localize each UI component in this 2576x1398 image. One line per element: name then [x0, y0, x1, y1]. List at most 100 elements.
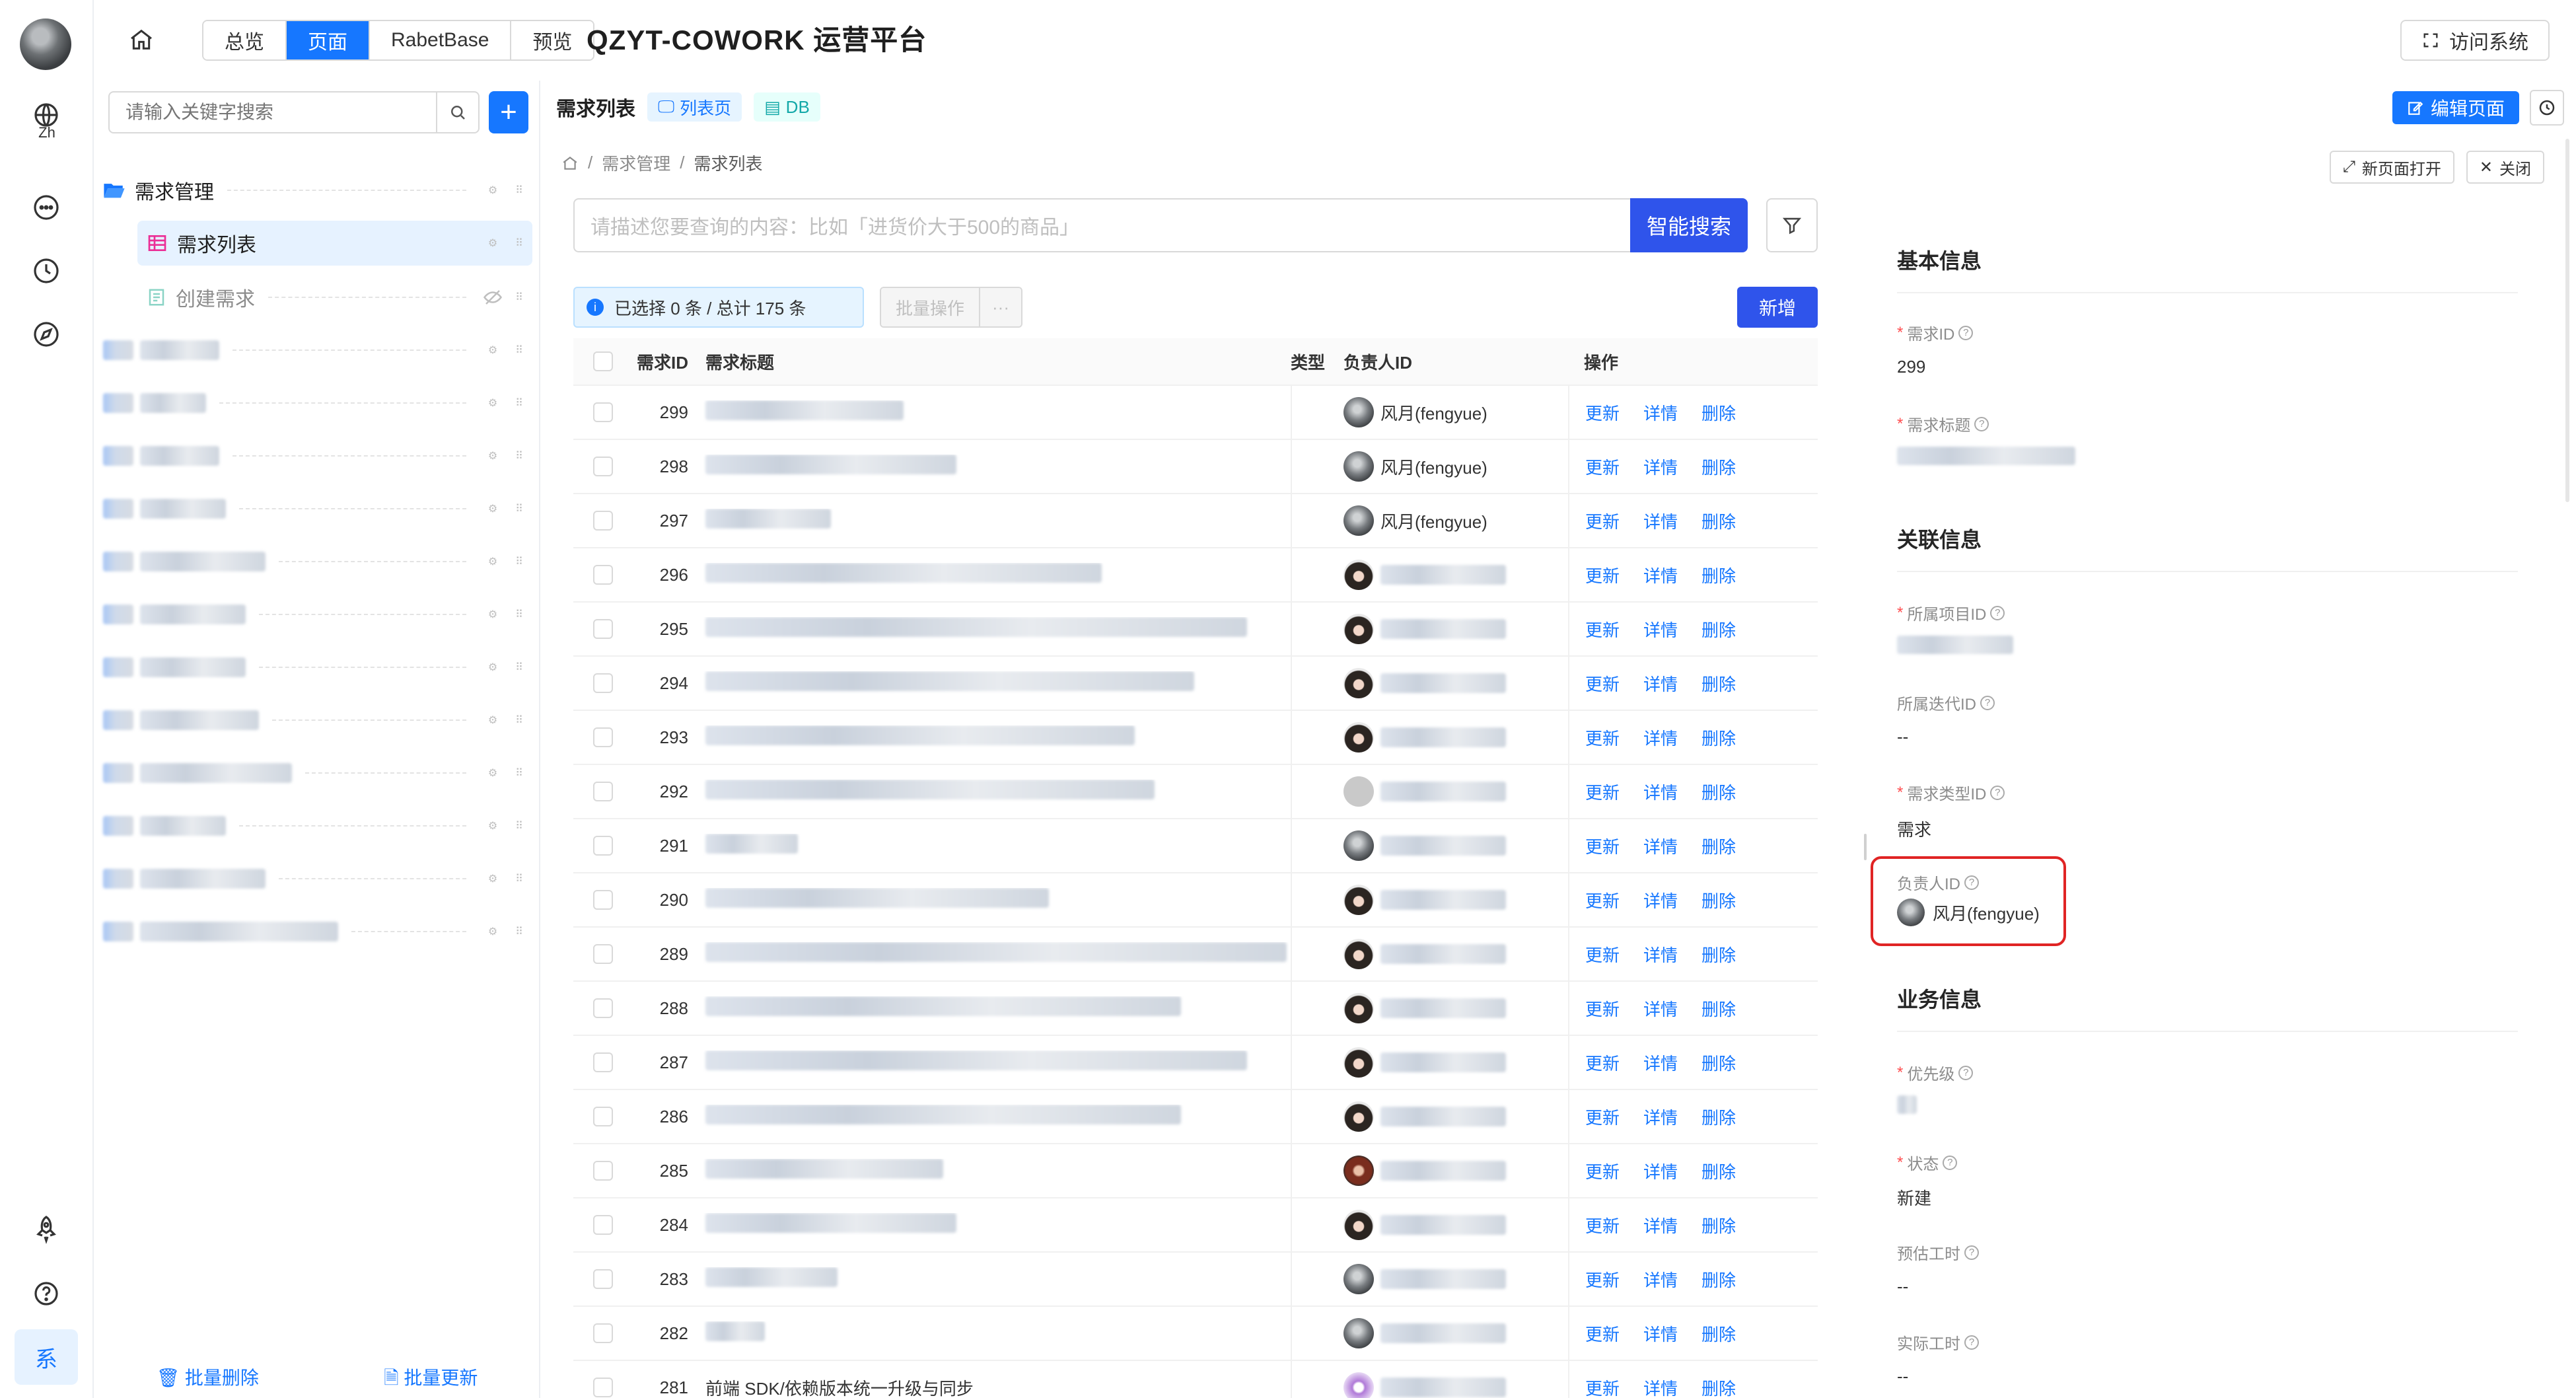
gear-icon[interactable]: ⚙	[480, 230, 506, 256]
drag-handle-icon[interactable]: ⠿	[506, 548, 532, 575]
gear-icon[interactable]: ⚙	[480, 601, 506, 628]
list-page-tag[interactable]: 🖵 列表页	[647, 92, 742, 122]
tree-item-blurred[interactable]: ⚙ ⠿	[103, 539, 532, 584]
delete-link[interactable]: 删除	[1701, 1159, 1736, 1183]
table-row[interactable]: 293 更新 详情 删除	[573, 711, 1818, 765]
detail-link[interactable]: 详情	[1643, 1050, 1678, 1075]
table-row[interactable]: 297 风月(fengyue) 更新 详情 删除	[573, 494, 1818, 548]
delete-link[interactable]: 删除	[1701, 617, 1736, 642]
detail-link[interactable]: 详情	[1643, 1105, 1678, 1129]
row-checkbox[interactable]	[593, 1161, 613, 1181]
close-button[interactable]: ✕ 关闭	[2466, 151, 2544, 184]
detail-link[interactable]: 详情	[1643, 455, 1678, 479]
table-row[interactable]: 298 风月(fengyue) 更新 详情 删除	[573, 440, 1818, 494]
delete-link[interactable]: 删除	[1701, 1105, 1736, 1129]
row-checkbox[interactable]	[593, 457, 613, 476]
smart-query-input[interactable]: 请描述您要查询的内容：比如「进货价大于500的商品」	[573, 198, 1630, 252]
gear-icon[interactable]: ⚙	[480, 654, 506, 681]
tree-search-input[interactable]	[110, 92, 436, 132]
detail-link[interactable]: 详情	[1643, 400, 1678, 425]
detail-link[interactable]: 详情	[1643, 834, 1678, 858]
update-link[interactable]: 更新	[1585, 725, 1620, 750]
batch-more-button[interactable]: ···	[979, 288, 1021, 326]
row-checkbox[interactable]	[593, 619, 613, 639]
tree-item-create-demand[interactable]: 创建需求 ⠿	[147, 275, 532, 320]
detail-link[interactable]: 详情	[1643, 888, 1678, 912]
delete-link[interactable]: 删除	[1701, 888, 1736, 912]
drag-handle-icon[interactable]: ⠿	[506, 230, 532, 256]
detail-link[interactable]: 详情	[1643, 1376, 1678, 1398]
add-page-button[interactable]: +	[489, 91, 528, 133]
column-header[interactable]: 负责人ID	[1337, 338, 1568, 385]
table-row[interactable]: 299 风月(fengyue) 更新 详情 删除	[573, 386, 1818, 440]
gear-icon[interactable]: ⚙	[480, 443, 506, 469]
tree-item-blurred[interactable]: ⚙ ⠿	[103, 486, 532, 531]
gear-icon[interactable]: ⚙	[480, 918, 506, 945]
row-checkbox[interactable]	[593, 998, 613, 1018]
drag-handle-icon[interactable]: ⠿	[506, 760, 532, 786]
gear-icon[interactable]: ⚙	[480, 813, 506, 839]
tree-item-blurred[interactable]: ⚙ ⠿	[103, 328, 532, 373]
table-row[interactable]: 288 更新 详情 删除	[573, 982, 1818, 1036]
update-link[interactable]: 更新	[1585, 563, 1620, 587]
update-link[interactable]: 更新	[1585, 1159, 1620, 1183]
select-all-checkbox[interactable]	[593, 351, 613, 371]
update-link[interactable]: 更新	[1585, 617, 1620, 642]
table-row[interactable]: 283 更新 详情 删除	[573, 1253, 1818, 1307]
drag-handle-icon[interactable]: ⠿	[506, 813, 532, 839]
update-link[interactable]: 更新	[1585, 888, 1620, 912]
tree-group-demand[interactable]: 需求管理 ⚙ ⠿	[103, 168, 532, 213]
table-row[interactable]: 287 更新 详情 删除	[573, 1036, 1818, 1090]
row-checkbox[interactable]	[593, 836, 613, 856]
tree-item-blurred[interactable]: ⚙ ⠿	[103, 909, 532, 954]
update-link[interactable]: 更新	[1585, 1376, 1620, 1398]
drag-handle-icon[interactable]: ⠿	[506, 601, 532, 628]
update-link[interactable]: 更新	[1585, 780, 1620, 804]
row-checkbox[interactable]	[593, 944, 613, 964]
detail-link[interactable]: 详情	[1643, 1267, 1678, 1292]
search-icon[interactable]	[436, 92, 478, 132]
detail-link[interactable]: 详情	[1643, 563, 1678, 587]
gear-icon[interactable]: ⚙	[480, 390, 506, 416]
db-tag[interactable]: ▤ DB	[754, 92, 820, 122]
table-row[interactable]: 284 更新 详情 删除	[573, 1198, 1818, 1253]
delete-link[interactable]: 删除	[1701, 942, 1736, 967]
delete-link[interactable]: 删除	[1701, 996, 1736, 1021]
column-header[interactable]: 需求标题	[696, 350, 1291, 374]
row-checkbox[interactable]	[593, 782, 613, 801]
detail-link[interactable]: 详情	[1643, 1159, 1678, 1183]
gear-icon[interactable]: ⚙	[480, 496, 506, 522]
tree-item-blurred[interactable]: ⚙ ⠿	[103, 803, 532, 848]
row-checkbox[interactable]	[593, 1107, 613, 1126]
tab-overview[interactable]: 总览	[203, 21, 287, 59]
gear-icon[interactable]: ⚙	[480, 337, 506, 363]
filter-icon[interactable]	[1766, 198, 1818, 252]
home-icon[interactable]	[123, 21, 160, 58]
row-checkbox[interactable]	[593, 1323, 613, 1343]
row-checkbox[interactable]	[593, 565, 613, 585]
tree-item-demand-list[interactable]: 需求列表 ⚙ ⠿	[137, 221, 532, 266]
update-link[interactable]: 更新	[1585, 1267, 1620, 1292]
update-link[interactable]: 更新	[1585, 1321, 1620, 1346]
edit-page-button[interactable]: 编辑页面	[2392, 91, 2519, 124]
visit-system-button[interactable]: 访问系统	[2400, 20, 2550, 61]
update-link[interactable]: 更新	[1585, 455, 1620, 479]
drag-handle-icon[interactable]: ⠿	[506, 865, 532, 892]
language-label[interactable]: Zh	[0, 124, 94, 141]
tree-item-blurred[interactable]: ⚙ ⠿	[103, 751, 532, 795]
delete-link[interactable]: 删除	[1701, 400, 1736, 425]
row-checkbox[interactable]	[593, 1215, 613, 1235]
clock-icon[interactable]	[28, 252, 65, 289]
row-checkbox[interactable]	[593, 1269, 613, 1289]
home-icon[interactable]	[561, 155, 579, 172]
gear-icon[interactable]: ⚙	[480, 865, 506, 892]
delete-link[interactable]: 删除	[1701, 1213, 1736, 1237]
tree-item-blurred[interactable]: ⚙ ⠿	[103, 645, 532, 690]
open-new-page-button[interactable]: ⤢ 新页面打开	[2329, 151, 2454, 184]
help-icon[interactable]	[28, 1275, 65, 1312]
table-row[interactable]: 292 更新 详情 删除	[573, 765, 1818, 819]
row-checkbox[interactable]	[593, 402, 613, 422]
update-link[interactable]: 更新	[1585, 1050, 1620, 1075]
user-avatar[interactable]	[20, 18, 71, 70]
add-button[interactable]: 新增	[1737, 287, 1818, 328]
